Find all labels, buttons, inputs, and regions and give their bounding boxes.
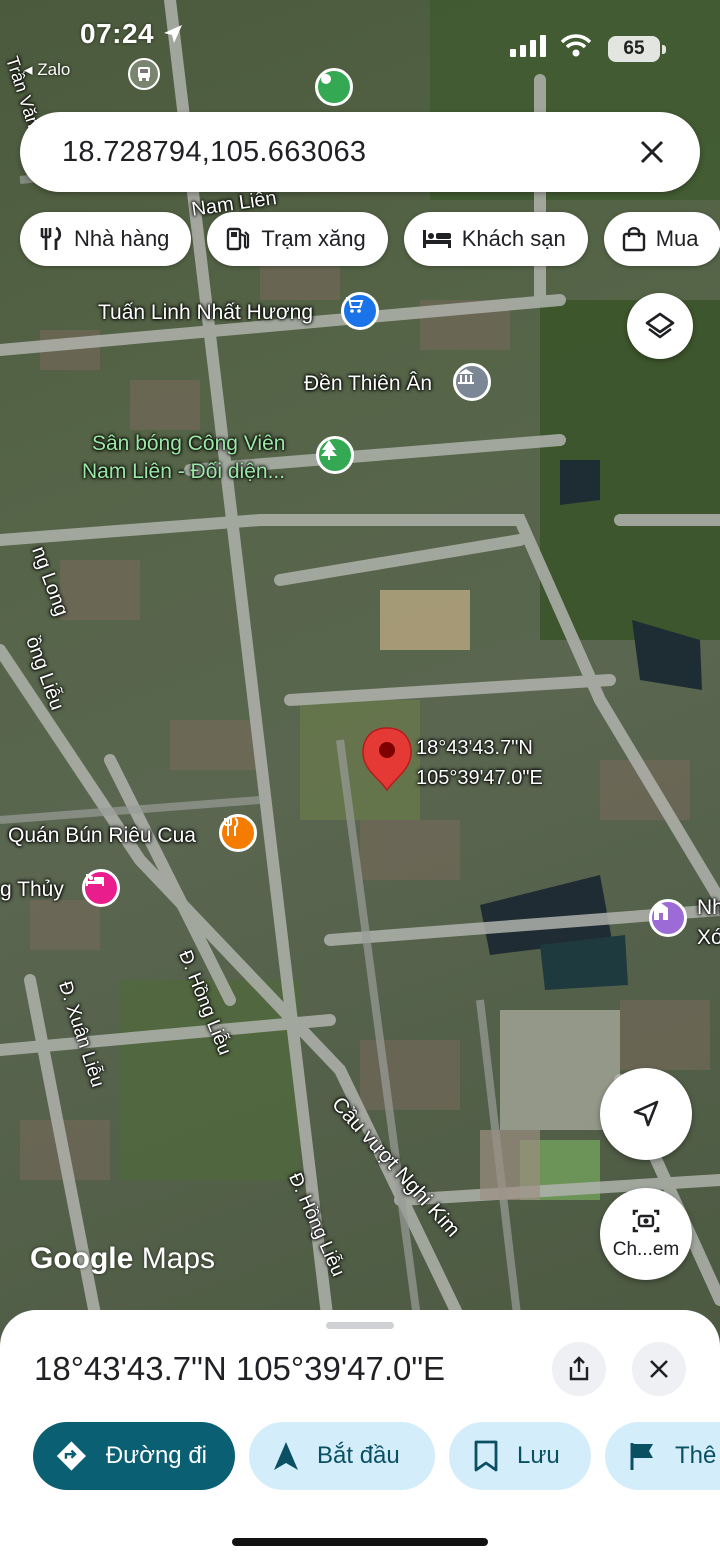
- close-sheet-button[interactable]: [632, 1342, 686, 1396]
- camera-search-button[interactable]: Ch...em: [600, 1188, 692, 1280]
- status-icons: [510, 34, 592, 58]
- navigation-arrow-icon: [274, 1442, 298, 1470]
- share-button[interactable]: [552, 1342, 606, 1396]
- navigation-arrow-icon: [633, 1100, 659, 1127]
- place-label-restaurant[interactable]: Quán Bún Riêu Cua: [8, 823, 196, 848]
- camera-icon: [632, 1209, 660, 1233]
- restaurant-icon[interactable]: [219, 814, 257, 852]
- signal-icon: [510, 35, 546, 57]
- wifi-icon: [560, 34, 592, 57]
- pin-label-lng: 105°39'47.0"E: [416, 767, 543, 789]
- battery-indicator: 65: [608, 36, 666, 62]
- my-location-button[interactable]: [600, 1068, 692, 1160]
- start-button[interactable]: Bắt đầu: [249, 1422, 435, 1490]
- shopping-bag-icon: [622, 227, 645, 252]
- hotel-bed-icon[interactable]: [82, 869, 120, 907]
- layers-button[interactable]: [627, 293, 693, 359]
- chip-gas-stations[interactable]: Trạm xăng: [207, 212, 388, 266]
- place-bottom-sheet[interactable]: 18°43'43.7"N 105°39'47.0"E Đường đi Bắt …: [0, 1310, 720, 1560]
- bus-icon: [128, 58, 160, 90]
- add-label-button[interactable]: Thê: [605, 1422, 720, 1490]
- place-label-right-1[interactable]: Nh: [697, 895, 720, 920]
- place-label-right-2[interactable]: Xó: [697, 925, 720, 950]
- location-arrow-icon: [164, 25, 183, 43]
- map-marker-green-icon[interactable]: [315, 68, 353, 106]
- restaurant-icon: [40, 226, 62, 250]
- gas-station-icon: [227, 227, 250, 251]
- park-tree-icon[interactable]: [316, 436, 354, 474]
- shopping-cart-icon[interactable]: [341, 292, 379, 330]
- directions-icon: [56, 1441, 86, 1471]
- close-icon: [650, 1360, 668, 1378]
- layers-icon: [645, 312, 675, 339]
- save-button[interactable]: Lưu: [449, 1422, 591, 1490]
- place-label-shop[interactable]: Tuấn Linh Nhất Hương: [98, 300, 313, 325]
- category-chips: Nhà hàng Trạm xăng Khách sạn Mua: [20, 212, 720, 266]
- share-icon: [569, 1356, 589, 1381]
- chip-restaurants[interactable]: Nhà hàng: [20, 212, 192, 266]
- sheet-drag-handle[interactable]: [326, 1322, 394, 1329]
- close-icon: [640, 140, 664, 164]
- place-label-hotel[interactable]: g Thủy: [0, 877, 64, 902]
- google-maps-logo: Google Maps: [30, 1242, 216, 1275]
- pin-label-lat: 18°43'43.7"N: [416, 737, 533, 759]
- back-to-app[interactable]: ◂ Zalo: [24, 60, 70, 80]
- place-label-park-line1[interactable]: Sân bóng Công Viên: [92, 431, 285, 456]
- place-label-temple[interactable]: Đền Thiên Ân: [304, 371, 432, 396]
- directions-button[interactable]: Đường đi: [33, 1422, 235, 1490]
- search-input[interactable]: 18.728794,105.663063: [62, 136, 632, 169]
- flag-icon: [630, 1443, 653, 1470]
- chip-shopping[interactable]: Mua: [603, 212, 720, 266]
- search-bar[interactable]: 18.728794,105.663063: [20, 112, 700, 192]
- temple-icon[interactable]: [453, 363, 491, 401]
- camera-button-label: Ch...em: [612, 1239, 680, 1260]
- landmark-icon[interactable]: [649, 899, 687, 937]
- sheet-title: 18°43'43.7"N 105°39'47.0"E: [34, 1350, 446, 1387]
- bookmark-icon: [474, 1440, 498, 1472]
- place-label-park-line2[interactable]: Nam Liên - Đối diện...: [82, 459, 285, 484]
- home-indicator[interactable]: [232, 1538, 488, 1546]
- chip-hotels[interactable]: Khách sạn: [403, 212, 588, 266]
- status-time: 07:24: [80, 18, 184, 50]
- clear-search-button[interactable]: [632, 132, 672, 172]
- hotel-icon: [422, 230, 451, 248]
- action-buttons: Đường đi Bắt đầu Lưu Thê: [33, 1422, 720, 1490]
